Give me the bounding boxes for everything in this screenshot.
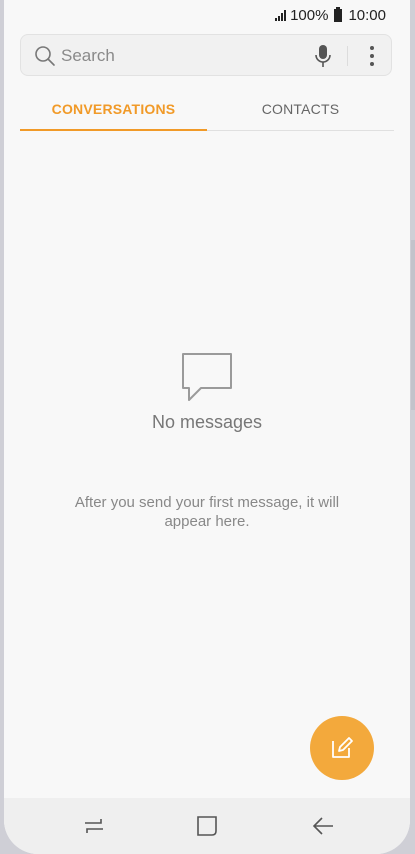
message-bubble-icon (182, 353, 232, 401)
tab-conversations[interactable]: CONVERSATIONS (20, 90, 207, 128)
compose-icon (332, 737, 353, 758)
empty-state-title: No messages (151, 412, 263, 432)
search-bar[interactable]: Search (20, 34, 392, 76)
more-options-icon[interactable] (362, 44, 382, 68)
phone-frame: 100% 10:00 Search CONVERSATIONS CONTACTS… (0, 0, 415, 854)
tab-contacts[interactable]: CONTACTS (207, 90, 394, 128)
compose-button[interactable] (310, 716, 374, 780)
home-icon[interactable] (195, 814, 219, 838)
signal-icon (275, 9, 287, 21)
status-bar: 100% 10:00 (4, 0, 410, 30)
search-divider (347, 46, 348, 66)
clock: 10:00 (348, 6, 386, 24)
empty-state-description: After you send your first message, it wi… (74, 494, 340, 530)
tab-selected-indicator (20, 129, 207, 131)
tab-bar: CONVERSATIONS CONTACTS (20, 90, 394, 131)
battery-percent: 100% (290, 6, 329, 24)
search-input[interactable]: Search (61, 46, 115, 66)
side-button (411, 240, 415, 410)
search-icon (35, 46, 55, 66)
mic-icon[interactable] (312, 44, 334, 68)
navigation-bar (4, 798, 410, 854)
screen: 100% 10:00 Search CONVERSATIONS CONTACTS… (4, 0, 410, 854)
battery-icon (334, 6, 343, 22)
back-icon[interactable] (311, 814, 335, 838)
recent-apps-icon[interactable] (82, 814, 106, 838)
